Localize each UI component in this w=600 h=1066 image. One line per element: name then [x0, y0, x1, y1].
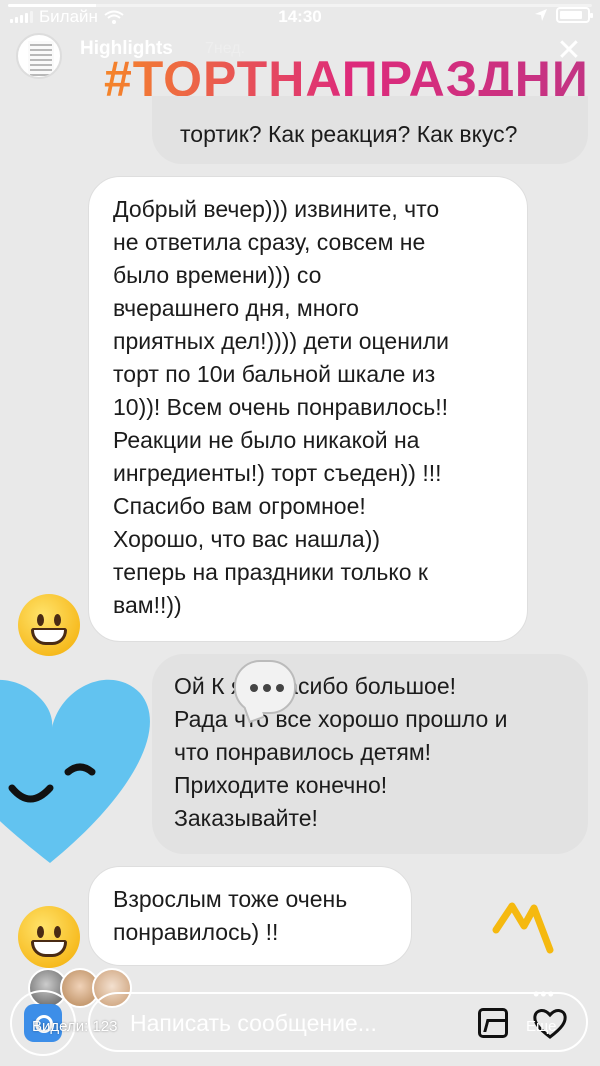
- message-line: вчерашнего дня, много: [113, 295, 359, 321]
- typing-bubble-sticker-icon: [234, 660, 296, 714]
- message-bubble-outgoing: Ой К я! Спасибо большое! Рада что все хо…: [152, 654, 588, 854]
- message-bubble-incoming: Взрослым тоже очень понравилось) !!: [88, 866, 412, 966]
- message-line: Рада что все хорошо прошло и: [174, 706, 508, 732]
- message-line: Взрослым тоже очень: [113, 886, 348, 912]
- message-line: 10))! Всем очень понравилось!!: [113, 394, 448, 420]
- smile-emoji-icon: [18, 906, 80, 968]
- location-arrow-icon: [535, 9, 547, 21]
- reply-field[interactable]: Написать сообщение...: [88, 992, 588, 1052]
- story-header: Highlights 7нед. ✕: [0, 30, 600, 79]
- message-line: что понравилось детям!: [174, 739, 432, 765]
- crown-sticker-icon: [492, 902, 554, 954]
- message-line: было времени))) со: [113, 262, 322, 288]
- gallery-icon[interactable]: [478, 1008, 508, 1038]
- more-label[interactable]: Еще: [526, 1018, 557, 1035]
- message-line: не ответила сразу, совсем не: [113, 229, 426, 255]
- clock: 14:30: [278, 7, 322, 26]
- message-line: вам!!)): [113, 592, 182, 618]
- message-line: понравилось) !!: [113, 919, 279, 945]
- highlight-avatar[interactable]: [16, 33, 62, 79]
- message-line: Хорошо, что вас нашла)): [113, 526, 381, 552]
- message-line: Реакции не было никакой на: [113, 427, 420, 453]
- message-line: Заказывайте!: [174, 805, 318, 831]
- message-line: теперь на праздники только к: [113, 559, 428, 585]
- more-options-icon[interactable]: •••: [533, 984, 555, 1005]
- reply-placeholder[interactable]: Написать сообщение...: [130, 1010, 377, 1037]
- story-age: 7нед.: [205, 40, 246, 57]
- heart-sticker-icon: [0, 679, 150, 863]
- message-line: Спасибо вам огромное!: [113, 493, 366, 519]
- message-text: тортик? Как реакция? Как вкус?: [180, 121, 518, 147]
- close-icon[interactable]: ✕: [552, 34, 586, 68]
- story-viewer: #ТОРТНАПРАЗДНИ тортик? Как реакция? Как …: [0, 0, 600, 1066]
- status-bar: Билайн 14:30: [0, 4, 600, 30]
- message-bubble-outgoing: тортик? Как реакция? Как вкус?: [152, 96, 588, 164]
- message-bubble-incoming: Добрый вечер))) извините, что не ответил…: [88, 176, 528, 642]
- message-line: приятных дел!)))) дети оценили: [113, 328, 450, 354]
- message-line: торт по 10и бальной шкале из: [113, 361, 436, 387]
- message-line: Приходите конечно!: [174, 772, 388, 798]
- story-title[interactable]: Highlights: [80, 38, 173, 60]
- message-line: Добрый вечер))) извините, что: [113, 196, 440, 222]
- message-line: ингредиенты!) торт съеден)) !!!: [113, 460, 442, 486]
- battery-icon: [556, 7, 593, 23]
- smile-emoji-icon: [18, 594, 80, 656]
